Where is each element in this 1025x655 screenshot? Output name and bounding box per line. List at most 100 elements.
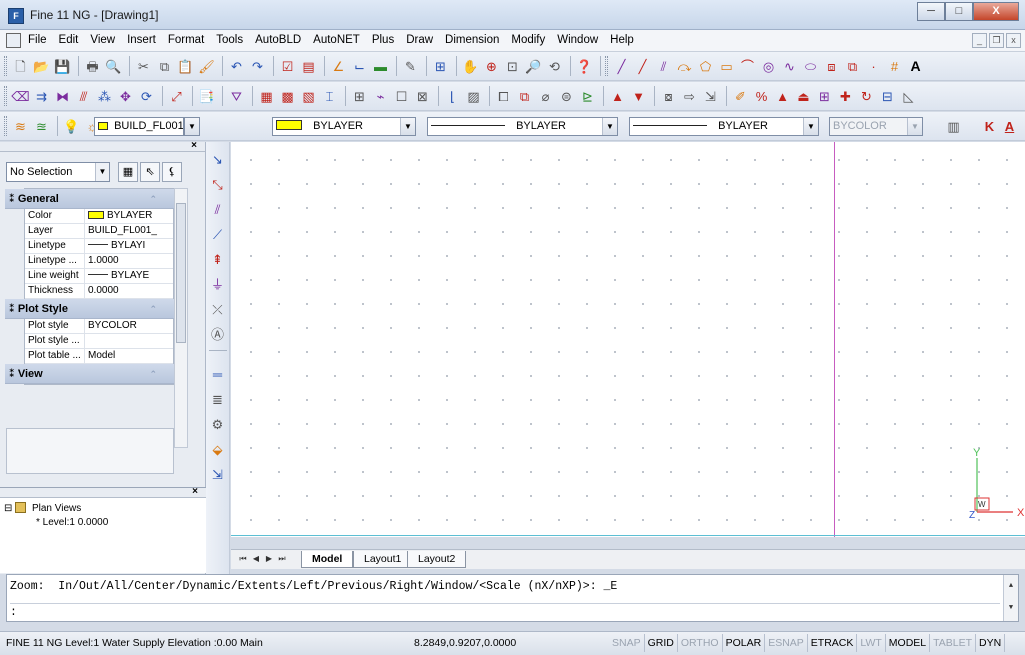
grid-array-icon[interactable]: ⊞ bbox=[815, 87, 834, 106]
fillet-icon[interactable]: ▲ bbox=[773, 87, 792, 106]
property-row-plot-style[interactable]: Plot style ... bbox=[25, 334, 173, 349]
command-scrollbar[interactable]: ▲ ▼ bbox=[1003, 575, 1018, 621]
menu-help[interactable]: Help bbox=[604, 34, 640, 46]
object-properties-icon[interactable]: ▥ bbox=[944, 117, 963, 136]
tab-model[interactable]: Model bbox=[301, 551, 354, 568]
dim-continue-icon[interactable]: ⏚ bbox=[208, 275, 227, 294]
menu-view[interactable]: View bbox=[84, 34, 121, 46]
sketch-icon[interactable]: ✐ bbox=[731, 87, 750, 106]
layer-walk-icon[interactable]: ⬙ bbox=[208, 440, 227, 459]
layout-icon[interactable]: ⧇ bbox=[659, 87, 678, 106]
move-cross-icon[interactable]: ✚ bbox=[836, 87, 855, 106]
menu-autobld[interactable]: AutoBLD bbox=[249, 34, 307, 46]
dim-ordinate-icon[interactable]: ⫽ bbox=[208, 200, 227, 219]
menu-format[interactable]: Format bbox=[162, 34, 210, 46]
zoom-realtime-icon[interactable]: ⊕ bbox=[482, 57, 501, 76]
area-icon[interactable]: ▨ bbox=[464, 87, 483, 106]
zoom-window-icon[interactable]: ⊡ bbox=[503, 57, 522, 76]
layer-tool-icon[interactable]: ⚙ bbox=[208, 415, 227, 434]
xref-icon[interactable]: ⌀ bbox=[536, 87, 555, 106]
scale-icon[interactable]: ⤢ bbox=[167, 87, 186, 106]
toolbar-grip[interactable] bbox=[4, 56, 7, 76]
toggle-snap[interactable]: SNAP bbox=[609, 634, 645, 652]
line-tool-icon[interactable]: ╱ bbox=[612, 57, 631, 76]
toggle-dyn[interactable]: DYN bbox=[976, 634, 1006, 652]
last-tab-icon[interactable]: ⏭ bbox=[276, 552, 288, 566]
property-row-general[interactable]: Thickness 0.0000 bbox=[25, 284, 173, 299]
region-icon[interactable]: ☐ bbox=[392, 87, 411, 106]
toggle-model[interactable]: MODEL bbox=[886, 634, 931, 652]
previous-tab-icon[interactable]: ◀ bbox=[250, 552, 262, 566]
construction-line-icon[interactable]: ╱ bbox=[633, 57, 652, 76]
arc-icon[interactable]: ⌒ bbox=[738, 57, 757, 76]
ellipse-icon[interactable]: ⬭ bbox=[801, 57, 820, 76]
copy-object-icon[interactable]: ⇉ bbox=[32, 87, 51, 106]
property-grid-scrollbar[interactable] bbox=[174, 188, 188, 448]
make-block-icon[interactable]: ⧉ bbox=[843, 57, 862, 76]
zoom-in-icon[interactable]: 🔎 bbox=[524, 57, 543, 76]
close-icon[interactable]: × bbox=[192, 486, 198, 497]
trim-icon[interactable]: ▧ bbox=[299, 87, 318, 106]
dimension-icon[interactable]: ⊞ bbox=[431, 57, 450, 76]
tab-layout2[interactable]: Layout2 bbox=[407, 551, 467, 568]
rotate3d-icon[interactable]: ↻ bbox=[857, 87, 876, 106]
ole-icon[interactable]: ⊵ bbox=[578, 87, 597, 106]
text-icon[interactable]: A bbox=[906, 57, 925, 76]
pickadd-icon[interactable]: ⚸ bbox=[162, 162, 182, 182]
layer-states-icon[interactable]: ▤ bbox=[299, 57, 318, 76]
array-icon[interactable]: ⁂ bbox=[95, 87, 114, 106]
document-icon[interactable] bbox=[6, 33, 21, 48]
property-value[interactable]: BYCOLOR bbox=[85, 319, 173, 333]
layer-stack-icon[interactable]: ≣ bbox=[208, 390, 227, 409]
menu-file[interactable]: File bbox=[22, 34, 53, 46]
print-preview-icon[interactable]: 🔍 bbox=[104, 57, 123, 76]
menu-plus[interactable]: Plus bbox=[366, 34, 400, 46]
tree-item-level[interactable]: * Level:1 0.0000 bbox=[36, 517, 108, 528]
category-plot-style[interactable]: ⁑ Plot Style ⌃ bbox=[5, 299, 175, 319]
property-value[interactable]: 1.0000 bbox=[85, 254, 173, 268]
extend-icon[interactable]: ⌶ bbox=[320, 87, 339, 106]
draw-line-icon[interactable]: ∠ bbox=[329, 57, 348, 76]
boundary-icon[interactable]: ⊠ bbox=[413, 87, 432, 106]
selection-dropdown[interactable]: No Selection ▼ bbox=[6, 162, 110, 182]
break-icon[interactable]: ⌁ bbox=[371, 87, 390, 106]
property-value[interactable]: BYLAYI bbox=[85, 239, 173, 253]
toolbar-grip[interactable] bbox=[4, 116, 7, 136]
color-dropdown[interactable]: BYLAYER ▼ bbox=[272, 117, 416, 136]
menu-insert[interactable]: Insert bbox=[121, 34, 162, 46]
drawing-canvas[interactable]: Y X Z W bbox=[231, 142, 1025, 537]
explode-icon[interactable]: ▦ bbox=[257, 87, 276, 106]
close-button[interactable]: X bbox=[973, 2, 1019, 21]
save-icon[interactable]: 💾 bbox=[53, 57, 72, 76]
offset-icon[interactable]: ⫻ bbox=[74, 87, 93, 106]
group-icon[interactable]: ⧠ bbox=[494, 87, 513, 106]
text-style-icon[interactable]: K bbox=[980, 117, 999, 136]
point-icon[interactable]: · bbox=[864, 57, 883, 76]
layer-on-icon[interactable]: 💡 bbox=[62, 117, 81, 136]
property-value[interactable]: BYLAYER bbox=[85, 209, 173, 223]
arrow-up-icon[interactable]: ▲ bbox=[608, 87, 627, 106]
mdi-close-button[interactable]: x bbox=[1006, 33, 1021, 48]
layer-previous-icon[interactable]: ≊ bbox=[32, 117, 51, 136]
arrow-down-icon[interactable]: ▼ bbox=[629, 87, 648, 106]
tab-layout1[interactable]: Layout1 bbox=[353, 551, 413, 568]
text-underline-icon[interactable]: A bbox=[1000, 117, 1019, 136]
hatch-icon[interactable]: ▬ bbox=[371, 57, 390, 76]
image-icon[interactable]: ⊜ bbox=[557, 87, 576, 106]
publish-icon[interactable]: ⇲ bbox=[701, 87, 720, 106]
table-icon[interactable]: ⊞ bbox=[350, 87, 369, 106]
layer-export-icon[interactable]: ⇲ bbox=[208, 465, 227, 484]
toolbar-grip[interactable] bbox=[4, 86, 7, 106]
menu-window[interactable]: Window bbox=[551, 34, 604, 46]
toggle-polar[interactable]: POLAR bbox=[723, 634, 766, 652]
toolbar-grip[interactable] bbox=[605, 56, 608, 76]
pan-icon[interactable]: ✋ bbox=[461, 57, 480, 76]
polyline-arc-icon[interactable]: ⤼ bbox=[675, 57, 694, 76]
property-value[interactable] bbox=[85, 334, 173, 348]
dim-linear-icon[interactable]: ↘ bbox=[208, 150, 227, 169]
tree-root-plan-views[interactable]: ⊟ Plan Views bbox=[4, 502, 81, 514]
layer-line-icon[interactable]: ═ bbox=[208, 365, 227, 384]
insert-block-icon[interactable]: ⧈ bbox=[822, 57, 841, 76]
mdi-minimize-button[interactable]: _ bbox=[972, 33, 987, 48]
dim-aligned-icon[interactable]: ⤡ bbox=[208, 175, 227, 194]
